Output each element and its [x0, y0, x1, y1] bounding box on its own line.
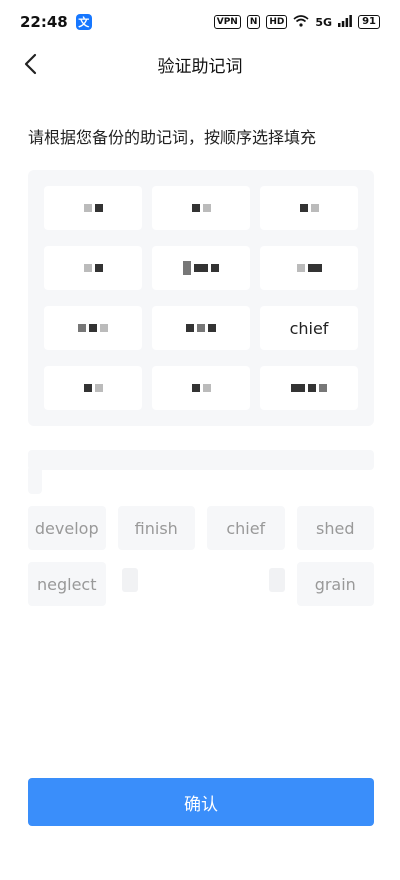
- redacted-word: [299, 204, 319, 212]
- divider: [28, 450, 374, 470]
- mnemonic-slot[interactable]: [44, 246, 142, 290]
- page-title: 验证助记词: [157, 56, 243, 77]
- divider: [28, 466, 42, 494]
- chevron-left-icon: [24, 53, 37, 75]
- wifi-icon: [293, 14, 309, 30]
- word-choice[interactable]: develop: [28, 506, 106, 550]
- mnemonic-slot-grid: chief: [44, 186, 358, 410]
- battery-icon: 91: [358, 15, 380, 29]
- word-choice-used[interactable]: [207, 562, 285, 606]
- mnemonic-slot[interactable]: [44, 186, 142, 230]
- redacted-word: [186, 324, 216, 332]
- redacted-word: [191, 384, 211, 392]
- mnemonic-slot[interactable]: [152, 186, 250, 230]
- hd-icon: HD: [266, 15, 288, 29]
- mnemonic-slot-panel: chief: [28, 170, 374, 426]
- mnemonic-slot[interactable]: [260, 366, 358, 410]
- word-choice-used[interactable]: [118, 562, 196, 606]
- mnemonic-slot[interactable]: [44, 366, 142, 410]
- redacted-word: [83, 264, 103, 272]
- word-choice[interactable]: neglect: [28, 562, 106, 606]
- word-choice-list: develop finish chief shed neglect grain: [28, 506, 374, 606]
- mnemonic-slot[interactable]: [260, 246, 358, 290]
- redacted-word: [83, 384, 103, 392]
- mnemonic-slot[interactable]: [152, 306, 250, 350]
- status-time: 22:48: [20, 13, 68, 31]
- redacted-word: [83, 204, 103, 212]
- navigation-bar: 验证助记词: [0, 44, 400, 84]
- word-choice[interactable]: shed: [296, 506, 374, 550]
- confirm-button[interactable]: 确认: [28, 778, 374, 826]
- mnemonic-slot[interactable]: [152, 366, 250, 410]
- redacted-word: [291, 384, 327, 392]
- signal-icon: [338, 14, 352, 30]
- mnemonic-slot[interactable]: [152, 246, 250, 290]
- nfc-icon: N: [246, 15, 261, 29]
- app-notification-icon: 文: [75, 14, 92, 30]
- back-button[interactable]: [14, 48, 46, 80]
- mnemonic-slot[interactable]: [44, 306, 142, 350]
- word-choice[interactable]: finish: [117, 506, 195, 550]
- word-choice[interactable]: chief: [207, 506, 285, 550]
- redacted-word: [296, 264, 322, 272]
- mnemonic-slot-filled[interactable]: chief: [260, 306, 358, 350]
- status-bar: 22:48 文 VPN N HD 5G 91: [0, 0, 400, 44]
- redacted-word: [78, 324, 108, 332]
- instruction-text: 请根据您备份的助记词，按顺序选择填充: [28, 128, 317, 147]
- network-label: 5G: [315, 15, 333, 29]
- vpn-icon: VPN: [213, 15, 241, 29]
- redacted-word: [183, 261, 219, 275]
- redacted-word: [191, 204, 211, 212]
- word-choice[interactable]: grain: [296, 562, 374, 606]
- mnemonic-slot[interactable]: [260, 186, 358, 230]
